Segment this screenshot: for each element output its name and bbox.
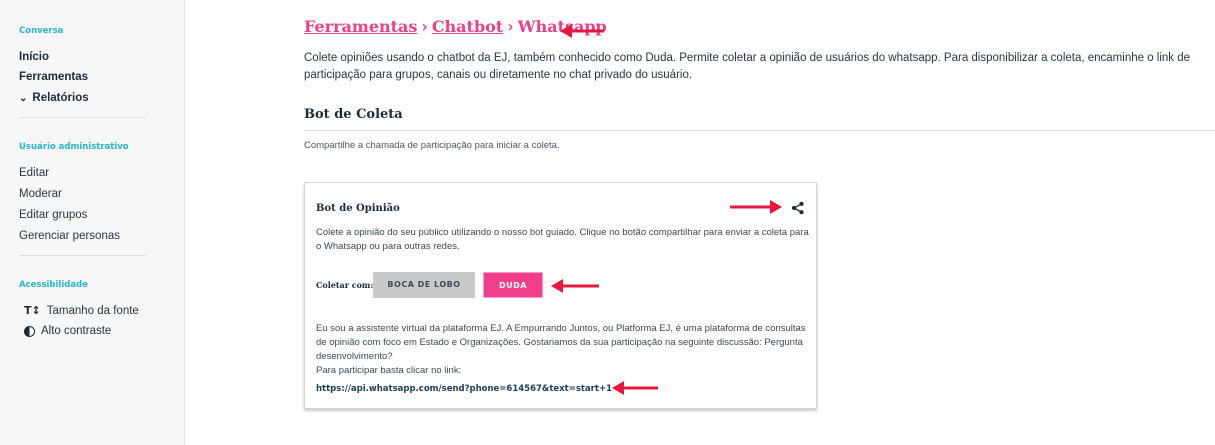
breadcrumb-ferramentas[interactable]: Ferramentas [304,17,417,36]
card-description: Colete a opinião do seu público utilizan… [316,227,809,252]
invite-message: Eu sou a assistente virtual da plataform… [316,322,816,378]
sidebar-item-moderar[interactable]: Moderar [19,188,62,200]
annotation-arrow-icon [560,24,604,38]
sidebar: Conversa Início Ferramentas ⌄ Relatórios … [0,0,185,445]
sidebar-divider [19,255,146,256]
card-title: Bot de Opinião [316,203,400,214]
sidebar-item-inicio[interactable]: Início [19,51,49,63]
share-icon[interactable] [791,201,805,215]
section-divider [304,130,1215,131]
sidebar-section-acessibilidade: Acessibilidade [19,280,88,290]
breadcrumb-chatbot[interactable]: Chatbot [432,17,503,36]
sidebar-item-tamanho-fonte-label: Tamanho da fonte [46,304,139,317]
sidebar-divider [19,117,146,118]
invite-link-intro: Para participar basta clicar no link: [316,365,462,376]
annotation-arrow-icon [730,200,782,214]
sidebar-item-editar[interactable]: Editar [19,167,49,179]
sidebar-item-ferramentas[interactable]: Ferramentas [19,71,88,83]
sidebar-item-alto-contraste[interactable]: Alto contraste [24,325,111,337]
bot-card: Bot de Opinião Colete a opinião do seu p… [304,182,817,409]
invite-message-text: Eu sou a assistente virtual da plataform… [316,323,806,362]
chevron-down-icon: ⌄ [19,93,28,104]
sidebar-item-tamanho-fonte[interactable]: T↕ Tamanho da fonte [24,304,139,317]
sidebar-section-conversa: Conversa [19,26,64,36]
whatsapp-link[interactable]: https://api.whatsapp.com/send?phone=6145… [316,384,612,394]
sidebar-item-alto-contraste-label: Alto contraste [41,325,112,337]
breadcrumb-separator: › [507,17,514,36]
sidebar-item-relatorios[interactable]: ⌄ Relatórios [19,92,89,104]
boca-de-lobo-button[interactable]: BOCA DE LOBO [373,272,475,298]
page-description: Colete opiniões usando o chatbot da EJ, … [304,52,1191,81]
text-size-icon: T↕ [24,304,41,317]
contrast-icon [24,325,35,337]
annotation-arrow-icon [612,381,658,395]
breadcrumb-separator: › [421,17,428,36]
section-subtitle: Compartilhe a chamada de participação pa… [304,140,560,151]
sidebar-section-admin: Usuário administrativo [19,142,129,152]
collect-label: Coletar com: [316,280,374,290]
sidebar-item-relatorios-label: Relatórios [32,92,89,104]
duda-button[interactable]: DUDA [483,272,543,298]
annotation-arrow-icon [551,279,599,293]
sidebar-item-gerenciar-personas[interactable]: Gerenciar personas [19,230,120,242]
sidebar-item-editar-grupos[interactable]: Editar grupos [19,209,87,221]
section-title: Bot de Coleta [304,107,403,122]
